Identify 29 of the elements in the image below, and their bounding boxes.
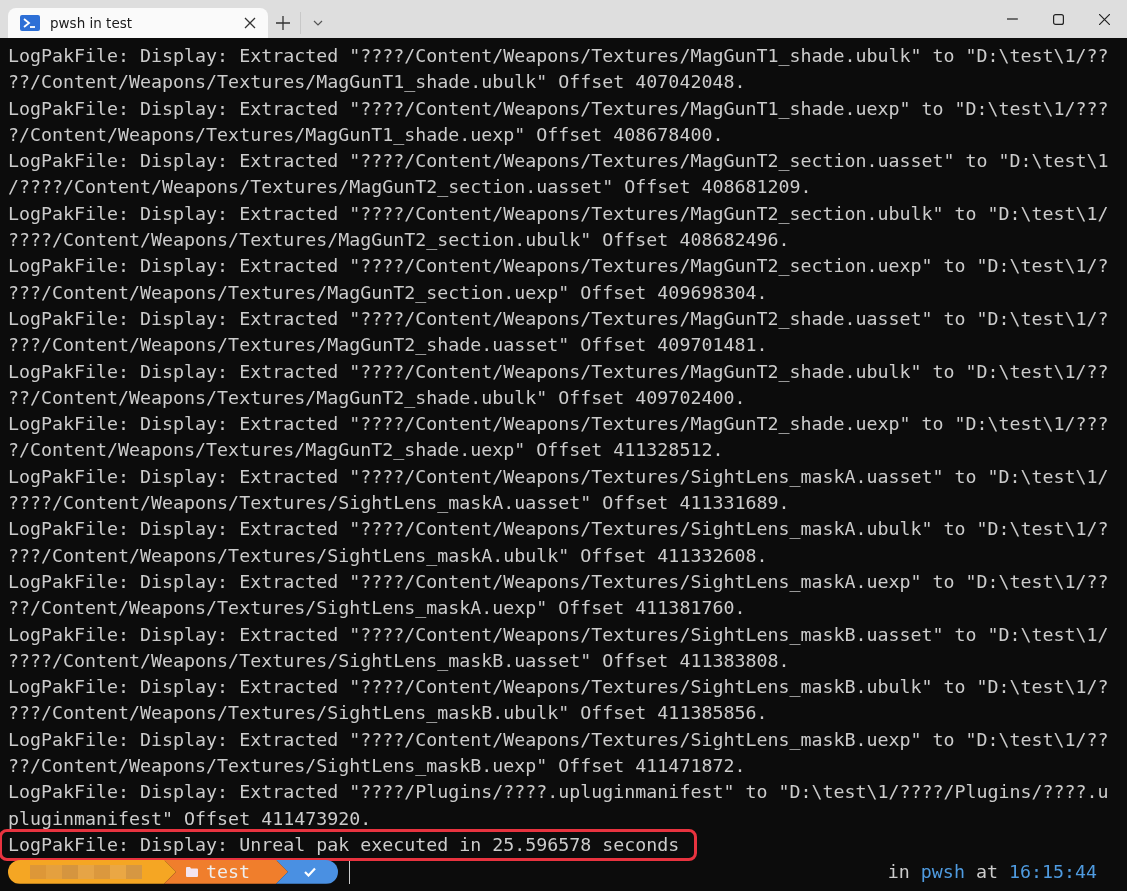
check-icon <box>304 866 316 877</box>
terminal-icon <box>20 15 40 31</box>
maximize-icon[interactable] <box>1052 13 1064 25</box>
log-line: LogPakFile: Display: Extracted "????/Content/Weapons/Textures/SightLens_maskA.uasset" to "D:\test\1/????/Content/Weapons/Textures/SightLens_maskA.uasset" Offset 411331689. <box>8 464 1109 516</box>
log-line: LogPakFile: Display: Extracted "????/Content/Weapons/Textures/SightLens_maskB.uasset" to "D:\test\1/????/Content/Weapons/Textures/SightLens_maskB.uasset" Offset 411383808. <box>8 622 1109 673</box>
log-line: LogPakFile: Display: Extracted "????/Content/Weapons/Textures/SightLens_maskA.uexp" to "D:\test\1/????/Content/Weapons/Textures/SightLens_maskA.uexp" Offset 411381760. <box>8 569 1109 621</box>
log-line: LogPakFile: Display: Extracted "????/Content/Weapons/Textures/SightLens_maskB.ubulk" to "D:\test\1/????/Content/Weapons/Textures/SightLens_maskB.ubulk" Offset 411385856. <box>8 675 1109 726</box>
tab[interactable]: pwsh in test <box>8 8 268 38</box>
log-line: LogPakFile: Display: Extracted "????/Content/Weapons/Textures/MagGunT1_shade.uexp" to "D:\test\1/????/Content/Weapons/Textures/MagGunT1_shade.uexp" Offset 408678400. <box>8 96 1109 147</box>
log-line: LogPakFile: Display: Extracted "????/Content/Weapons/Textures/MagGunT2_section.uexp" to "D:\test\1/????/Content/Weapons/Textures/MagGunT2_section.uexp" Offset 409698304. <box>8 254 1109 305</box>
folder-icon <box>186 866 198 877</box>
tab-title: pwsh in test <box>50 15 133 31</box>
log-line: LogPakFile: Display: Extracted "????/Plugins/????.upluginmanifest" to "D:\test\1/????/Plugins/????.upluginmanifest" Offset 411473920. <box>8 780 1109 831</box>
text-cursor <box>349 859 350 885</box>
log-line: LogPakFile: Display: Unreal pak executed in 25.596578 seconds <box>2 831 695 859</box>
minimize-icon[interactable] <box>1006 18 1018 20</box>
log-line: LogPakFile: Display: Extracted "????/Content/Weapons/Textures/SightLens_maskB.uexp" to "D:\test\1/????/Content/Weapons/Textures/SightLens_maskB.uexp" Offset 411471872. <box>8 727 1109 778</box>
right-prompt: in pwsh at 16:15:44 <box>887 859 1097 884</box>
log-line: LogPakFile: Display: Extracted "????/Content/Weapons/Textures/MagGunT2_shade.uasset" to "D:\test\1/????/Content/Weapons/Textures/MagGunT2_shade.uasset" Offset 409701481. <box>8 306 1109 358</box>
log-line: LogPakFile: Display: Extracted "????/Content/Weapons/Textures/MagGunT2_section.ubulk" to "D:\test\1/????/Content/Weapons/Textures/MagGunT2_section.ubulk" Offset 408682496. <box>8 201 1109 253</box>
close-icon[interactable] <box>244 17 256 29</box>
close-window-icon[interactable] <box>1098 13 1110 25</box>
log-line: LogPakFile: Display: Extracted "????/Content/Weapons/Textures/MagGunT2_shade.uexp" to "D:\test\1/????/Content/Weapons/Textures/MagGunT2_shade.uexp" Offset 411328512. <box>8 412 1109 463</box>
chevron-down-icon[interactable] <box>313 20 323 26</box>
plus-icon[interactable] <box>276 16 290 30</box>
log-line: LogPakFile: Display: Extracted "????/Content/Weapons/Textures/MagGunT1_shade.ubulk" to "D:\test\1/????/Content/Weapons/Textures/MagGunT1_shade.ubulk" Offset 407042048. <box>8 44 1109 95</box>
log-line: LogPakFile: Display: Extracted "????/Content/Weapons/Textures/MagGunT2_section.uasset" to "D:\test\1/????/Content/Weapons/Textures/MagGunT2_section.uasset" Offset 408681209. <box>8 149 1109 200</box>
log-line: LogPakFile: Display: Extracted "????/Content/Weapons/Textures/SightLens_maskA.ubulk" to "D:\test\1/????/Content/Weapons/Textures/SightLens_maskA.ubulk" Offset 411332608. <box>8 517 1109 568</box>
log-line: LogPakFile: Display: Extracted "????/Content/Weapons/Textures/MagGunT2_shade.ubulk" to "D:\test\1/????/Content/Weapons/Textures/MagGunT2_shade.ubulk" Offset 409702400. <box>8 359 1109 410</box>
